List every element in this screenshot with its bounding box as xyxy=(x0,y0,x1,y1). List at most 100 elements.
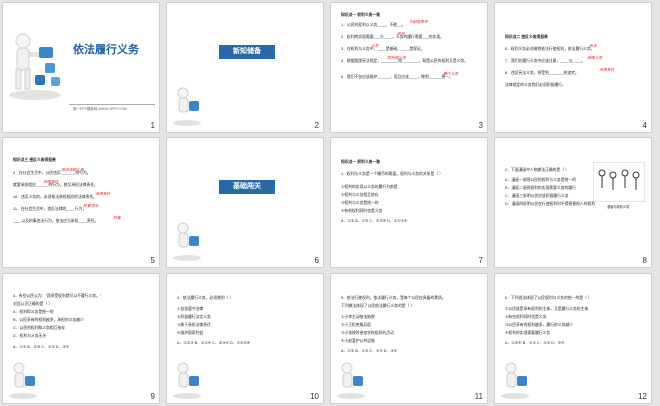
slide-thumbnail-11[interactable]: 5．依法行使权利，依法履行义务，是每个公民应具备的素质。 下列做法体现了公民依法… xyxy=(331,274,487,403)
figure-pushing-puzzle-illustration xyxy=(173,362,201,399)
answer-red-4: 权利和义务 xyxy=(387,56,406,60)
answer-red-3: 法律责任 xyxy=(599,68,615,72)
figure-pushing-puzzle-illustration xyxy=(173,87,201,126)
answer-red-3: 法律责任 xyxy=(95,192,111,196)
question-line-3: B．漫画二说明权利的实现需要义务的履行 xyxy=(505,186,576,190)
slide-heading: 知识点一 权利义务一致 xyxy=(341,160,381,164)
figure-with-puzzle-illustration xyxy=(9,33,61,100)
question-line-2: A．漫画一说明公民的权利与义务是统一的 xyxy=(505,178,576,182)
fill-blank-line-2: 2．权利的实现需要___与____，义务的履行需要___的实现。 xyxy=(341,35,444,39)
fill-blank-line-1: 6．权利义务必须做到依法行使权利，依法履行义务。 xyxy=(505,47,595,51)
answer-red-2: 法律责任 xyxy=(43,180,59,184)
answer-red-1: 合法 xyxy=(589,44,597,48)
slide-number: 11 xyxy=(474,392,483,401)
slide-number: 5 xyxy=(150,256,155,265)
fill-blank-line-4: 法律规定的义务我们必须积极履行。 xyxy=(505,83,566,87)
figure-pushing-puzzle-illustration xyxy=(337,362,365,399)
answer-red-1: 违法违规义务 xyxy=(61,168,84,172)
fill-blank-line-2: 7．我们在履行义务中应该注意，____与____。 xyxy=(505,59,585,63)
question-line-5: D．漫画四说明公民在行使权利时不得损害他人的权利 xyxy=(505,202,596,206)
answer-options: A．①②③ B．①②④ C．②③④ D．①②③④ xyxy=(177,341,251,345)
slide-number: 3 xyxy=(478,121,483,130)
figure-caption: 漫画与权利义务 xyxy=(607,205,630,209)
question-line-1: 5．依法行使权利，依法履行义务，是每个公民应具备的素质。 xyxy=(341,296,446,300)
question-line-5: ③小张按时参加学校组织的活动 xyxy=(341,331,394,335)
figure-pushing-puzzle-illustration xyxy=(173,222,201,261)
question-line-3: ②有些权利同时也是义务 xyxy=(505,315,547,319)
question-line-2: ①自觉遵守法律 xyxy=(177,307,204,311)
answer-red-2: 权利 xyxy=(397,32,405,36)
question-line-3: ①小李主动依法纳税 xyxy=(341,315,375,319)
answer-red-1: 为前提条件 xyxy=(409,20,428,24)
slide-thumbnail-3[interactable]: 知识点一 权利义务一致 1．公民的权利以义务____，不能__。 2．权利的实现… xyxy=(331,3,487,132)
answer-red-4: 民事违法 xyxy=(83,204,99,208)
question-line-4: C．漫画三说明公民应该积极履行义务 xyxy=(505,194,569,198)
slide-thumbnail-8[interactable]: 2．下面漫画中人物做法正确的是（ ） A．漫画一说明公民的权利与义务是统一的 B… xyxy=(495,138,651,267)
answer-red-2: 道德义务 xyxy=(587,56,603,60)
slide-number: 1 xyxy=(150,121,155,130)
footer-bar xyxy=(69,104,155,105)
question-line-5: C．公民的权利和义务相互依存 xyxy=(13,326,66,330)
question-line-3: ②权利与义务相互依存 xyxy=(341,193,379,197)
answer-red-5: 刑事 xyxy=(113,216,121,220)
question-line-5: ④权利的实现需要履行义务 xyxy=(505,331,551,335)
figure-pushing-puzzle-illustration xyxy=(9,362,37,399)
cartoon-figures-illustration xyxy=(593,162,645,202)
slide-number: 2 xyxy=(314,121,319,130)
slide-thumbnail-5[interactable]: 知识点三 违反义务须担责 9．在社会生活中，公民违反_______的行为， 就要… xyxy=(3,138,159,267)
slide-number: 4 xyxy=(642,121,647,130)
slide-thumbnail-6[interactable]: 基础闯关 6 xyxy=(167,138,323,267)
template-site-url: 第一PPT模板网-WWW.1PPT.COM xyxy=(73,107,127,111)
question-line-2: ①权利的实现以义务的履行为前提 xyxy=(341,185,398,189)
slide-thumbnail-12[interactable]: 6．下列说法体现了公民权利与义务的统一的是（ ） ①公民既是享有权利的主体，又是… xyxy=(495,274,651,403)
slide-heading: 知识点二 违反义务须担责 xyxy=(505,35,548,39)
answer-options: A．①② B．①③ C．①④ D．③④ xyxy=(341,349,398,353)
slide-number: 10 xyxy=(310,392,319,401)
fill-blank-line-4: 11．在社会生活中，违反法律的____行为， xyxy=(13,207,87,211)
fill-blank-line-3: 3．在权利与义务中，____是基础，____是保证。 xyxy=(341,47,425,51)
slide-number: 7 xyxy=(478,256,483,265)
question-line-4: ③公民享有的权利越多，履行的义务越少 xyxy=(505,323,573,327)
answer-options: A．①② B．②③ C．①③ D．③④ xyxy=(13,345,70,349)
slide-number: 12 xyxy=(638,392,647,401)
slide-sorter-grid: 依法履行义务 第一PPT模板网-WWW.1PPT.COM 1 新知储备 2 知识… xyxy=(0,0,660,406)
slide-thumbnail-1[interactable]: 依法履行义务 第一PPT模板网-WWW.1PPT.COM 1 xyxy=(3,3,159,132)
slide-thumbnail-7[interactable]: 知识点一 权利义务一致 1．权利与义务是一个硬币的两面。权利与义务的关系是（ ）… xyxy=(331,138,487,267)
question-line-1: 4．依法履行义务，必须做到（ ） xyxy=(177,296,234,300)
answer-red-5: 履行义务 xyxy=(443,72,459,76)
slide-heading: 知识点三 违反义务须担责 xyxy=(13,158,56,162)
slide-thumbnail-9[interactable]: 3．有些公民认为：“我享受权利就可以不履行义务。” 对此认识正确的是（ ） A．… xyxy=(3,274,159,403)
question-line-1: 3．有些公民认为：“我享受权利就可以不履行义务。” xyxy=(13,294,102,298)
slide-thumbnail-10[interactable]: 4．依法履行义务，必须做到（ ） ①自觉遵守法律 ②积极履行法定义务 ③勇于承担… xyxy=(167,274,323,403)
question-line-1: 2．下面漫画中人物做法正确的是（ ） xyxy=(505,168,569,172)
answer-options: A．①② B．①③ C．②③④ D．①②③④ xyxy=(341,219,408,223)
question-line-4: B．公民享有的权利越多，承担的义务越少 xyxy=(13,318,84,322)
slide-thumbnail-2[interactable]: 新知储备 2 xyxy=(167,3,323,132)
slide-number: 6 xyxy=(314,256,319,265)
figure-pushing-puzzle-illustration xyxy=(501,362,529,399)
presentation-title: 依法履行义务 xyxy=(73,44,139,56)
fill-blank-line-5: 5．我们不仅应该维护______，而且应该____，做到______统一。 xyxy=(341,75,453,79)
answer-options: A．①②④ B．①③ C．②③ D．③④ xyxy=(505,341,565,345)
section-banner-new-knowledge: 新知储备 xyxy=(219,45,275,59)
slide-heading: 知识点一 权利义务一致 xyxy=(341,13,381,17)
slide-number: 8 xyxy=(642,256,647,265)
question-line-5: ④维护国家利益 xyxy=(177,331,204,335)
fill-blank-line-1: 1．公民的权利以义务____，不能__。 xyxy=(341,23,406,27)
question-line-4: ③勇于承担法律责任 xyxy=(177,323,211,327)
question-line-6: D．权利与义务无关 xyxy=(13,334,47,338)
question-line-2: 下列做法体现了公民依法履行义务的是（ ） xyxy=(341,304,415,308)
fill-blank-line-5: ____以及刑事违法行为，依法应当承担____责任。 xyxy=(13,219,99,223)
question-line-1: 1．权利与义务是一个硬币的两面。权利与义务的关系是（ ） xyxy=(341,172,443,176)
slide-thumbnail-4[interactable]: 知识点二 违反义务须担责 6．权利义务必须做到依法行使权利，依法履行义务。 7．… xyxy=(495,3,651,132)
question-line-1: 6．下列说法体现了公民权利与义务的统一的是（ ） xyxy=(505,296,592,300)
question-line-6: ④小赵爱护公共设施 xyxy=(341,339,375,343)
section-banner-basic-challenge: 基础闯关 xyxy=(219,180,275,194)
question-line-3: ②积极履行法定义务 xyxy=(177,315,211,319)
question-line-2: 对此认识正确的是（ ） xyxy=(13,302,53,306)
question-line-5: ④有的权利同时也是义务 xyxy=(341,209,383,213)
question-line-4: ③权利与义务是统一的 xyxy=(341,201,379,205)
question-line-3: A．权利和义务是统一的 xyxy=(13,310,54,314)
answer-red-3: 义务 xyxy=(371,44,379,48)
fill-blank-line-3: 8．违反宪法义务，将受到_______的追究。 xyxy=(505,71,579,75)
